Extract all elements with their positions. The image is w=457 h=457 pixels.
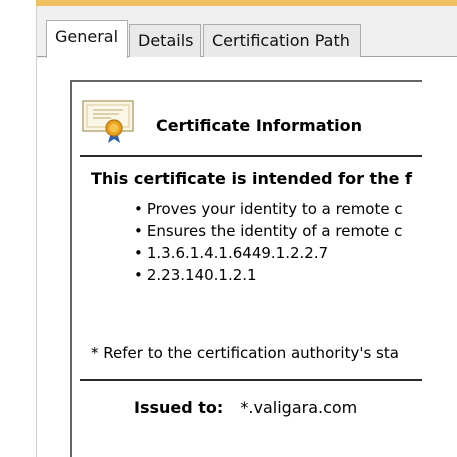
purpose-item: 2.23.140.1.2.1 xyxy=(134,264,403,286)
purpose-list: Proves your identity to a remote c Ensur… xyxy=(134,198,403,286)
section-divider xyxy=(80,379,422,381)
certificate-dialog: General Details Certification Path Certi… xyxy=(0,0,457,457)
certificate-icon xyxy=(82,100,134,143)
purpose-item: Ensures the identity of a remote c xyxy=(134,220,403,242)
issued-to-label: Issued to: xyxy=(134,398,224,417)
purpose-item: Proves your identity to a remote c xyxy=(134,198,403,220)
refer-note: * Refer to the certification authority's… xyxy=(91,344,399,362)
issued-to-value: *.valigara.com xyxy=(240,398,358,417)
certificate-information-title: Certificate Information xyxy=(156,116,362,135)
purpose-heading: This certificate is intended for the f xyxy=(91,169,412,188)
issued-to-row: Issued to: *.valigara.com xyxy=(134,398,357,417)
tab-general[interactable]: General xyxy=(46,20,128,58)
section-divider xyxy=(80,155,422,157)
purpose-item: 1.3.6.1.4.1.6449.1.2.2.7 xyxy=(134,242,403,264)
content-clip: Certificate Information This certificate… xyxy=(0,0,422,457)
